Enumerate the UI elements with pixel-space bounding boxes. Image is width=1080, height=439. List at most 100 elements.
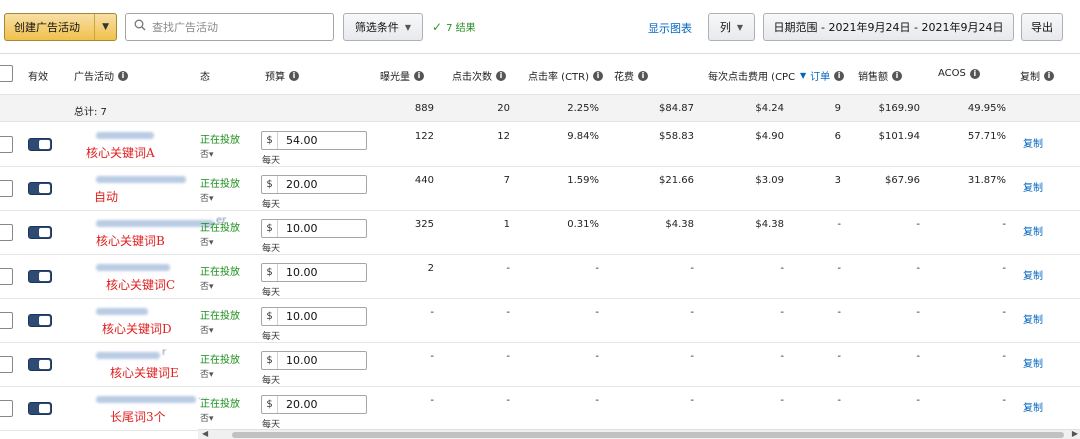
budget-input[interactable]: $20.00 <box>261 175 367 194</box>
cell-impressions: - <box>430 307 434 318</box>
active-toggle[interactable] <box>28 182 52 195</box>
budget-value[interactable]: 20.00 <box>278 398 318 411</box>
info-icon: i <box>969 68 980 79</box>
totals-label: 总计: 7 <box>74 107 107 118</box>
copy-link[interactable]: 复制 <box>1023 399 1043 414</box>
status-dropdown[interactable]: 否▾ <box>200 411 214 424</box>
cell-sales: - <box>916 263 920 274</box>
header-ctr[interactable]: 点击率 (CTR) i <box>528 68 604 83</box>
create-campaign-button[interactable]: 创建广告活动 ▼ <box>4 13 117 41</box>
active-toggle[interactable] <box>28 402 52 415</box>
search-input[interactable] <box>150 19 333 35</box>
header-clicks[interactable]: 点击次数 i <box>452 68 506 83</box>
active-toggle[interactable] <box>28 270 52 283</box>
blurred-campaign-name[interactable] <box>96 176 186 183</box>
budget-input[interactable]: $20.00 <box>261 395 367 414</box>
header-spend[interactable]: 花费 i <box>614 68 648 83</box>
copy-link[interactable]: 复制 <box>1023 267 1043 282</box>
row-checkbox[interactable] <box>0 312 13 329</box>
filter-button[interactable]: 筛选条件 ▼ <box>343 13 423 41</box>
status-dropdown[interactable]: 否▾ <box>200 323 214 336</box>
status-dropdown[interactable]: 否▾ <box>200 279 214 292</box>
blurred-campaign-name[interactable] <box>96 308 148 315</box>
status-dropdown[interactable]: 否▾ <box>200 191 214 204</box>
cell-cpc: $3.09 <box>755 175 784 186</box>
status-text: 正在投放 <box>200 179 240 190</box>
row-checkbox[interactable] <box>0 224 13 241</box>
annotation-note: 核心关键词D <box>102 322 172 336</box>
blurred-campaign-name[interactable] <box>96 132 154 139</box>
results-text: 7 结果 <box>446 23 476 34</box>
scroll-left-icon[interactable]: ◀ <box>202 429 208 438</box>
budget-input[interactable]: $10.00 <box>261 219 367 238</box>
scroll-right-icon[interactable]: ▶ <box>1072 429 1078 438</box>
cell-spend: $58.83 <box>659 131 694 142</box>
cell-spend: $4.38 <box>665 219 694 230</box>
budget-value[interactable]: 10.00 <box>278 310 318 323</box>
row-checkbox[interactable] <box>0 400 13 417</box>
cell-impressions: - <box>430 395 434 406</box>
table-row: 核心关键词C 正在投放 否▾ $10.00 每天 2 - - - - - - - 复制 <box>0 255 1080 299</box>
copy-link[interactable]: 复制 <box>1023 311 1043 326</box>
header-campaign[interactable]: 广告活动 i <box>74 68 128 83</box>
cell-spend: $21.66 <box>659 175 694 186</box>
budget-value[interactable]: 10.00 <box>278 266 318 279</box>
budget-input[interactable]: $10.00 <box>261 307 367 326</box>
header-orders[interactable]: ▼ 订单 i <box>800 68 845 83</box>
status-dropdown[interactable]: 否▾ <box>200 147 214 160</box>
status-text: 正在投放 <box>200 355 240 366</box>
export-button[interactable]: 导出 <box>1021 13 1063 41</box>
active-toggle[interactable] <box>28 138 52 151</box>
cell-orders: - <box>837 351 841 362</box>
row-checkbox[interactable] <box>0 136 13 153</box>
budget-value[interactable]: 10.00 <box>278 222 318 235</box>
budget-value[interactable]: 54.00 <box>278 134 318 147</box>
header-sales[interactable]: 销售额 i <box>858 68 902 83</box>
blurred-campaign-name[interactable] <box>96 264 170 271</box>
row-checkbox[interactable] <box>0 356 13 373</box>
columns-button[interactable]: 列 ▼ <box>708 13 755 41</box>
date-range-button[interactable]: 日期范围 - 2021年9月24日 - 2021年9月24日 <box>763 13 1014 41</box>
select-all-checkbox[interactable] <box>0 65 13 82</box>
header-active[interactable]: 有效 <box>28 68 48 83</box>
status-dropdown[interactable]: 否▾ <box>200 235 214 248</box>
copy-link[interactable]: 复制 <box>1023 355 1043 370</box>
columns-label: 列 <box>719 21 731 34</box>
chevron-down-icon: ▼ <box>736 22 744 32</box>
totals-orders: 9 <box>834 103 841 114</box>
row-checkbox[interactable] <box>0 180 13 197</box>
search-box[interactable] <box>125 13 334 41</box>
cell-spend: - <box>690 263 694 274</box>
scrollbar-thumb[interactable] <box>232 432 1064 438</box>
header-budget[interactable]: 预算 i <box>265 68 299 83</box>
horizontal-scrollbar[interactable]: ◀ ▶ <box>198 429 1080 439</box>
active-toggle[interactable] <box>28 314 52 327</box>
row-checkbox[interactable] <box>0 268 13 285</box>
copy-link[interactable]: 复制 <box>1023 135 1043 150</box>
chevron-down-icon[interactable]: ▼ <box>94 14 116 40</box>
header-status[interactable]: 态 <box>200 68 212 83</box>
header-cpc[interactable]: 每次点击费用 (CPC <box>708 68 796 83</box>
active-toggle[interactable] <box>28 226 52 239</box>
budget-value[interactable]: 20.00 <box>278 178 318 191</box>
budget-input[interactable]: $10.00 <box>261 263 367 282</box>
header-acos[interactable]: ACOS i <box>938 68 980 79</box>
blurred-campaign-name[interactable] <box>96 220 214 227</box>
budget-input[interactable]: $54.00 <box>261 131 367 150</box>
show-chart-link[interactable]: 显示图表 <box>648 20 692 36</box>
header-copy[interactable]: 复制 i <box>1020 68 1054 83</box>
active-toggle[interactable] <box>28 358 52 371</box>
budget-input[interactable]: $10.00 <box>261 351 367 370</box>
copy-link[interactable]: 复制 <box>1023 223 1043 238</box>
blurred-campaign-name[interactable] <box>96 352 160 359</box>
blurred-campaign-name[interactable] <box>96 396 196 403</box>
budget-value[interactable]: 10.00 <box>278 354 318 367</box>
cell-orders: 6 <box>834 131 841 142</box>
cell-acos: - <box>1002 351 1006 362</box>
status-dropdown[interactable]: 否▾ <box>200 367 214 380</box>
budget-period: 每天 <box>262 288 281 298</box>
cell-sales: - <box>916 351 920 362</box>
header-impressions[interactable]: 曝光量 i <box>380 68 424 83</box>
copy-link[interactable]: 复制 <box>1023 179 1043 194</box>
cell-sales: - <box>916 395 920 406</box>
